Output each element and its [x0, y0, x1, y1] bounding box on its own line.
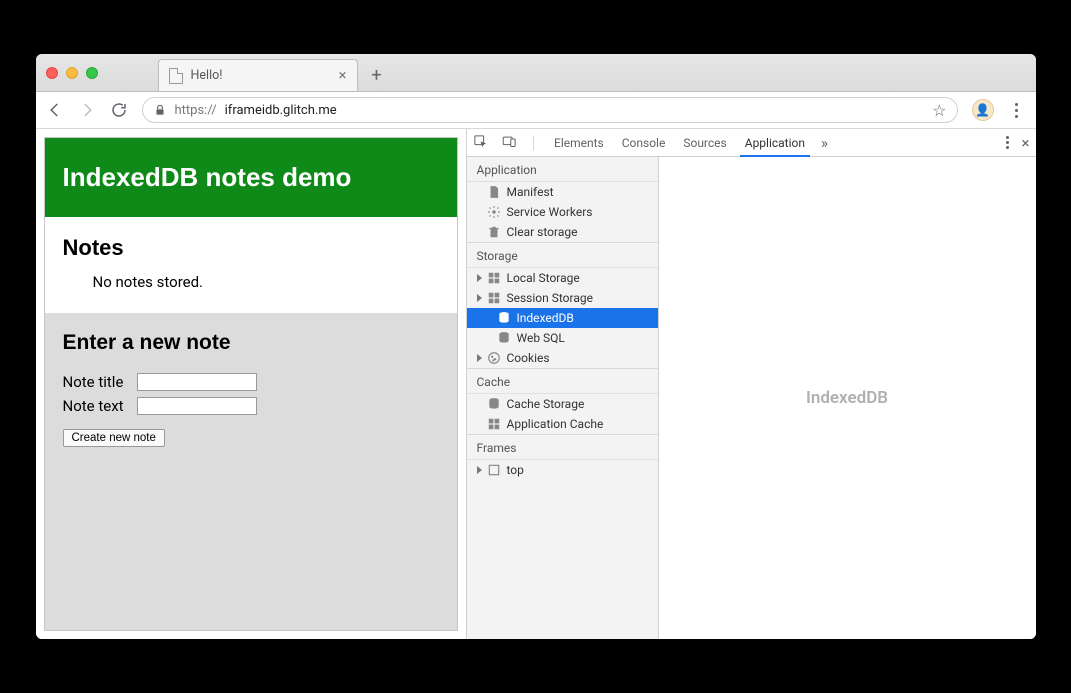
grid-icon: [487, 417, 501, 431]
tab-elements[interactable]: Elements: [552, 129, 606, 156]
gear-icon: [487, 205, 501, 219]
device-toolbar-icon[interactable]: [502, 134, 517, 152]
new-tab-button[interactable]: +: [364, 62, 390, 88]
forward-button[interactable]: [78, 101, 96, 119]
reload-button[interactable]: [110, 101, 128, 119]
profile-avatar[interactable]: 👤: [972, 99, 994, 121]
devtools-menu-icon[interactable]: [1006, 136, 1009, 149]
frame-icon: [487, 463, 501, 477]
create-note-button[interactable]: Create new note: [63, 429, 165, 447]
lock-icon: [153, 103, 167, 117]
back-button[interactable]: [46, 101, 64, 119]
content-area: IndexedDB notes demo Notes No notes stor…: [36, 129, 1036, 639]
browser-tab[interactable]: Hello! ×: [158, 59, 358, 91]
page-header: IndexedDB notes demo: [45, 138, 457, 217]
close-window-button[interactable]: [46, 67, 58, 79]
group-storage-heading: Storage: [467, 243, 658, 268]
page-title: IndexedDB notes demo: [63, 162, 439, 193]
group-cache-heading: Cache: [467, 369, 658, 394]
tab-application[interactable]: Application: [743, 129, 807, 156]
page-pane: IndexedDB notes demo Notes No notes stor…: [36, 129, 466, 639]
sidebar-item-clear-storage[interactable]: Clear storage: [467, 222, 658, 242]
sidebar-item-frame-top[interactable]: top: [467, 460, 658, 480]
expand-triangle-icon[interactable]: [477, 274, 482, 282]
browser-menu-icon[interactable]: [1008, 103, 1026, 118]
notes-section: Notes No notes stored.: [45, 217, 457, 313]
tab-sources[interactable]: Sources: [681, 129, 728, 156]
toolbar: https:// iframeidb.glitch.me ☆ 👤: [36, 92, 1036, 129]
sidebar-item-session-storage[interactable]: Session Storage: [467, 288, 658, 308]
cookie-icon: [487, 351, 501, 365]
bookmark-icon[interactable]: ☆: [932, 101, 946, 120]
devtools-body: Application Manifest Service Workers Cle…: [467, 157, 1036, 639]
devtools-tabbar: │ Elements Console Sources Application »…: [467, 129, 1036, 157]
form-heading: Enter a new note: [63, 331, 439, 355]
sidebar-item-local-storage[interactable]: Local Storage: [467, 268, 658, 288]
window-controls: [46, 54, 98, 91]
expand-triangle-icon[interactable]: [477, 294, 482, 302]
page-frame: IndexedDB notes demo Notes No notes stor…: [44, 137, 458, 631]
database-icon: [497, 311, 511, 325]
note-title-label: Note title: [63, 373, 131, 391]
file-icon: [487, 185, 501, 199]
address-bar[interactable]: https:// iframeidb.glitch.me ☆: [142, 97, 958, 123]
inspect-element-icon[interactable]: [473, 134, 488, 152]
group-frames-heading: Frames: [467, 435, 658, 460]
note-title-input[interactable]: [137, 373, 257, 391]
group-application-heading: Application: [467, 157, 658, 182]
main-placeholder-text: IndexedDB: [806, 388, 888, 408]
notes-heading: Notes: [63, 235, 439, 261]
sidebar-item-cookies[interactable]: Cookies: [467, 348, 658, 368]
expand-triangle-icon[interactable]: [477, 354, 482, 362]
expand-triangle-icon[interactable]: [477, 466, 482, 474]
tab-title: Hello!: [191, 68, 223, 83]
devtools-pane: │ Elements Console Sources Application »…: [466, 129, 1036, 639]
sidebar-item-indexeddb[interactable]: IndexedDB: [467, 308, 658, 328]
devtools-close-icon[interactable]: ×: [1021, 134, 1029, 152]
close-tab-icon[interactable]: ×: [338, 68, 346, 83]
zoom-window-button[interactable]: [86, 67, 98, 79]
note-text-label: Note text: [63, 397, 131, 415]
minimize-window-button[interactable]: [66, 67, 78, 79]
database-icon: [487, 397, 501, 411]
new-note-form: Enter a new note Note title Note text Cr…: [45, 313, 457, 630]
note-text-input[interactable]: [137, 397, 257, 415]
tab-bar: Hello! × +: [36, 54, 1036, 92]
devtools-main-panel: IndexedDB: [659, 157, 1036, 639]
trash-icon: [487, 225, 501, 239]
sidebar-item-manifest[interactable]: Manifest: [467, 182, 658, 202]
more-tabs-icon[interactable]: »: [821, 134, 828, 152]
sidebar-item-application-cache[interactable]: Application Cache: [467, 414, 658, 434]
sidebar-item-cache-storage[interactable]: Cache Storage: [467, 394, 658, 414]
url-host: iframeidb.glitch.me: [225, 103, 337, 118]
browser-window: Hello! × + https:// iframeidb.glitch.me ☆…: [36, 54, 1036, 639]
grid-icon: [487, 271, 501, 285]
database-icon: [497, 331, 511, 345]
page-icon: [169, 68, 183, 84]
tab-console[interactable]: Console: [620, 129, 668, 156]
application-sidebar: Application Manifest Service Workers Cle…: [467, 157, 659, 639]
sidebar-item-websql[interactable]: Web SQL: [467, 328, 658, 348]
url-scheme: https://: [175, 103, 217, 118]
no-notes-text: No notes stored.: [93, 273, 439, 291]
grid-icon: [487, 291, 501, 305]
sidebar-item-service-workers[interactable]: Service Workers: [467, 202, 658, 222]
